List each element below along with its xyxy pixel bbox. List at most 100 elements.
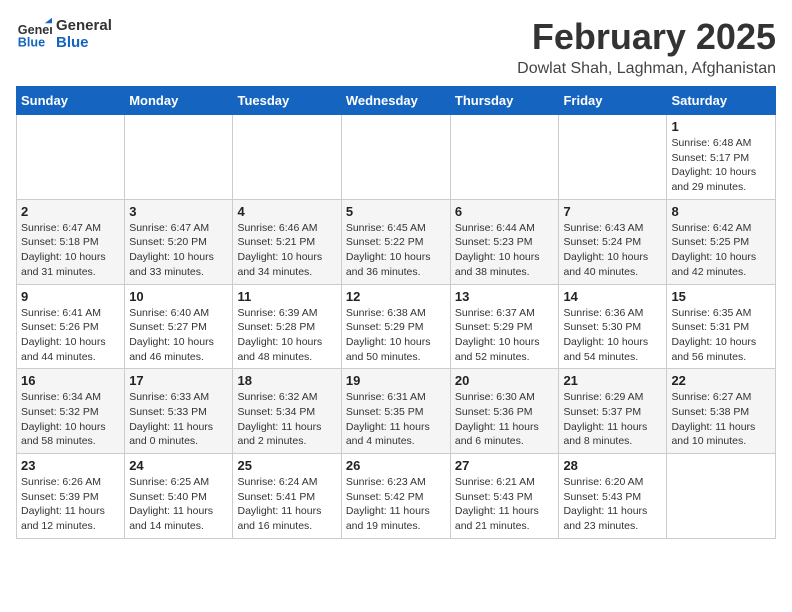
day-info: Sunrise: 6:36 AM Sunset: 5:30 PM Dayligh… (563, 306, 662, 365)
day-number: 13 (455, 289, 555, 304)
day-info: Sunrise: 6:45 AM Sunset: 5:22 PM Dayligh… (346, 221, 446, 280)
calendar-cell: 25Sunrise: 6:24 AM Sunset: 5:41 PM Dayli… (233, 454, 341, 539)
calendar-week-row: 9 Sunrise: 6:41 AM Sunset: 5:26 PM Daylig… (17, 284, 776, 369)
calendar-cell: 7 Sunrise: 6:43 AM Sunset: 5:24 PM Daylig… (559, 199, 667, 284)
day-number: 16 (21, 373, 120, 388)
location-title: Dowlat Shah, Laghman, Afghanistan (517, 60, 776, 78)
calendar-cell (17, 115, 125, 200)
calendar-cell: 27 Sunrise: 6:21 AM Sunset: 5:43 PM Dayli… (450, 454, 559, 539)
day-number: 23 (21, 458, 120, 473)
day-info: Sunrise: 6:21 AM Sunset: 5:43 PM Dayligh… (455, 475, 555, 534)
day-number: 27 (455, 458, 555, 473)
calendar-week-row: 2Sunrise: 6:47 AM Sunset: 5:18 PM Daylig… (17, 199, 776, 284)
day-info: Sunrise: 6:40 AM Sunset: 5:27 PM Dayligh… (129, 306, 228, 365)
day-number: 14 (563, 289, 662, 304)
calendar-cell (341, 115, 450, 200)
day-info: Sunrise: 6:47 AM Sunset: 5:18 PM Dayligh… (21, 221, 120, 280)
title-block: February 2025 Dowlat Shah, Laghman, Afgh… (517, 16, 776, 78)
day-number: 19 (346, 373, 446, 388)
day-number: 15 (671, 289, 771, 304)
day-info: Sunrise: 6:48 AM Sunset: 5:17 PM Dayligh… (671, 136, 771, 195)
weekday-header: Thursday (450, 87, 559, 115)
day-number: 21 (563, 373, 662, 388)
day-info: Sunrise: 6:27 AM Sunset: 5:38 PM Dayligh… (671, 390, 771, 449)
day-info: Sunrise: 6:23 AM Sunset: 5:42 PM Dayligh… (346, 475, 446, 534)
day-number: 18 (237, 373, 336, 388)
day-info: Sunrise: 6:47 AM Sunset: 5:20 PM Dayligh… (129, 221, 228, 280)
day-info: Sunrise: 6:41 AM Sunset: 5:26 PM Dayligh… (21, 306, 120, 365)
day-number: 4 (237, 204, 336, 219)
day-number: 10 (129, 289, 228, 304)
calendar-week-row: 1Sunrise: 6:48 AM Sunset: 5:17 PM Daylig… (17, 115, 776, 200)
calendar-cell: 5 Sunrise: 6:45 AM Sunset: 5:22 PM Daylig… (341, 199, 450, 284)
day-number: 8 (671, 204, 771, 219)
calendar-cell: 9 Sunrise: 6:41 AM Sunset: 5:26 PM Daylig… (17, 284, 125, 369)
calendar-cell: 20 Sunrise: 6:30 AM Sunset: 5:36 PM Dayli… (450, 369, 559, 454)
day-info: Sunrise: 6:44 AM Sunset: 5:23 PM Dayligh… (455, 221, 555, 280)
day-info: Sunrise: 6:25 AM Sunset: 5:40 PM Dayligh… (129, 475, 228, 534)
calendar-cell: 19 Sunrise: 6:31 AM Sunset: 5:35 PM Dayli… (341, 369, 450, 454)
calendar-cell (233, 115, 341, 200)
calendar-cell: 8 Sunrise: 6:42 AM Sunset: 5:25 PM Daylig… (667, 199, 776, 284)
day-info: Sunrise: 6:43 AM Sunset: 5:24 PM Dayligh… (563, 221, 662, 280)
page-header: General Blue General Blue February 2025 … (16, 16, 776, 78)
day-info: Sunrise: 6:30 AM Sunset: 5:36 PM Dayligh… (455, 390, 555, 449)
calendar-cell: 28 Sunrise: 6:20 AM Sunset: 5:43 PM Dayli… (559, 454, 667, 539)
calendar-cell: 14 Sunrise: 6:36 AM Sunset: 5:30 PM Dayli… (559, 284, 667, 369)
svg-text:Blue: Blue (18, 36, 45, 50)
weekday-header: Tuesday (233, 87, 341, 115)
logo-icon: General Blue (16, 16, 52, 52)
weekday-header: Saturday (667, 87, 776, 115)
calendar-cell: 24 Sunrise: 6:25 AM Sunset: 5:40 PM Dayli… (125, 454, 233, 539)
logo-blue: Blue (56, 34, 112, 51)
day-info: Sunrise: 6:26 AM Sunset: 5:39 PM Dayligh… (21, 475, 120, 534)
calendar-cell: 15Sunrise: 6:35 AM Sunset: 5:31 PM Dayli… (667, 284, 776, 369)
calendar-cell (559, 115, 667, 200)
calendar-week-row: 23 Sunrise: 6:26 AM Sunset: 5:39 PM Dayli… (17, 454, 776, 539)
calendar-table: SundayMondayTuesdayWednesdayThursdayFrid… (16, 86, 776, 539)
calendar-cell: 11 Sunrise: 6:39 AM Sunset: 5:28 PM Dayli… (233, 284, 341, 369)
calendar-cell: 17 Sunrise: 6:33 AM Sunset: 5:33 PM Dayli… (125, 369, 233, 454)
day-info: Sunrise: 6:31 AM Sunset: 5:35 PM Dayligh… (346, 390, 446, 449)
calendar-cell (667, 454, 776, 539)
day-info: Sunrise: 6:42 AM Sunset: 5:25 PM Dayligh… (671, 221, 771, 280)
calendar-cell: 26 Sunrise: 6:23 AM Sunset: 5:42 PM Dayli… (341, 454, 450, 539)
weekday-header: Wednesday (341, 87, 450, 115)
calendar-cell (450, 115, 559, 200)
calendar-cell: 6 Sunrise: 6:44 AM Sunset: 5:23 PM Daylig… (450, 199, 559, 284)
calendar-header-row: SundayMondayTuesdayWednesdayThursdayFrid… (17, 87, 776, 115)
calendar-cell: 3 Sunrise: 6:47 AM Sunset: 5:20 PM Daylig… (125, 199, 233, 284)
day-number: 12 (346, 289, 446, 304)
calendar-cell (125, 115, 233, 200)
calendar-cell: 21 Sunrise: 6:29 AM Sunset: 5:37 PM Dayli… (559, 369, 667, 454)
day-number: 22 (671, 373, 771, 388)
day-info: Sunrise: 6:32 AM Sunset: 5:34 PM Dayligh… (237, 390, 336, 449)
calendar-week-row: 16Sunrise: 6:34 AM Sunset: 5:32 PM Dayli… (17, 369, 776, 454)
day-info: Sunrise: 6:33 AM Sunset: 5:33 PM Dayligh… (129, 390, 228, 449)
day-info: Sunrise: 6:20 AM Sunset: 5:43 PM Dayligh… (563, 475, 662, 534)
day-number: 9 (21, 289, 120, 304)
day-number: 28 (563, 458, 662, 473)
logo-general: General (56, 17, 112, 34)
day-number: 3 (129, 204, 228, 219)
day-number: 5 (346, 204, 446, 219)
calendar-cell: 2Sunrise: 6:47 AM Sunset: 5:18 PM Daylig… (17, 199, 125, 284)
day-number: 26 (346, 458, 446, 473)
calendar-cell: 10 Sunrise: 6:40 AM Sunset: 5:27 PM Dayli… (125, 284, 233, 369)
weekday-header: Sunday (17, 87, 125, 115)
day-number: 24 (129, 458, 228, 473)
calendar-cell: 22 Sunrise: 6:27 AM Sunset: 5:38 PM Dayli… (667, 369, 776, 454)
weekday-header: Monday (125, 87, 233, 115)
day-number: 11 (237, 289, 336, 304)
day-number: 17 (129, 373, 228, 388)
day-number: 6 (455, 204, 555, 219)
day-info: Sunrise: 6:39 AM Sunset: 5:28 PM Dayligh… (237, 306, 336, 365)
weekday-header: Friday (559, 87, 667, 115)
calendar-cell: 1Sunrise: 6:48 AM Sunset: 5:17 PM Daylig… (667, 115, 776, 200)
day-info: Sunrise: 6:38 AM Sunset: 5:29 PM Dayligh… (346, 306, 446, 365)
calendar-cell: 12 Sunrise: 6:38 AM Sunset: 5:29 PM Dayli… (341, 284, 450, 369)
calendar-cell: 16Sunrise: 6:34 AM Sunset: 5:32 PM Dayli… (17, 369, 125, 454)
day-number: 7 (563, 204, 662, 219)
day-number: 20 (455, 373, 555, 388)
day-info: Sunrise: 6:29 AM Sunset: 5:37 PM Dayligh… (563, 390, 662, 449)
